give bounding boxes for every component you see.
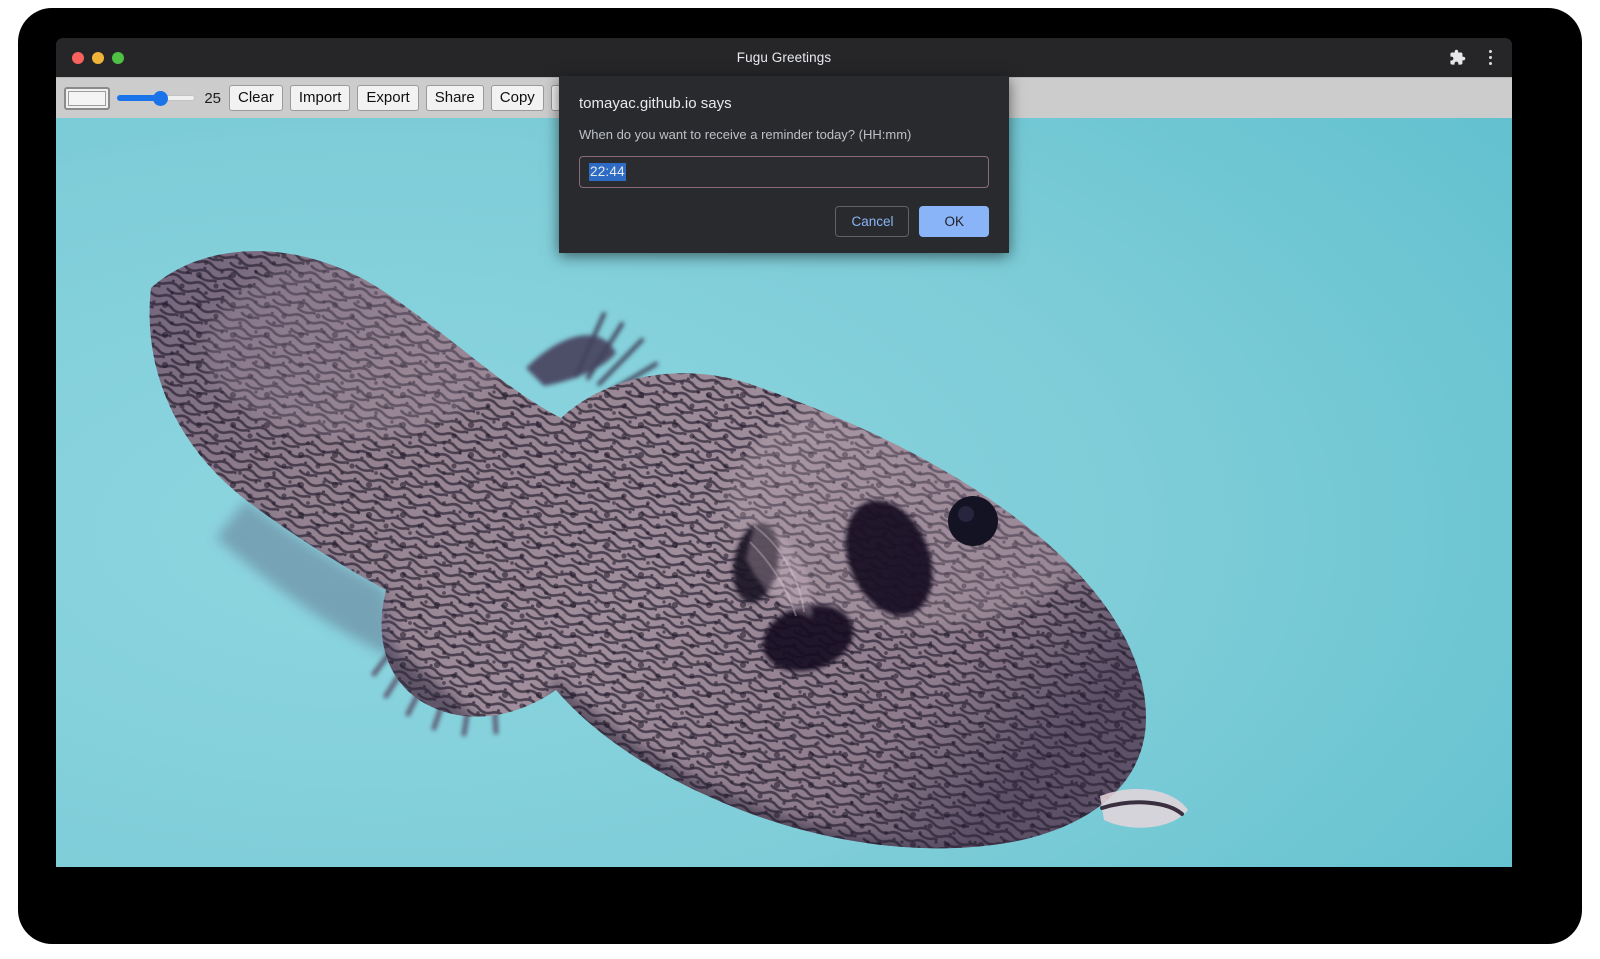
window-title-bar: Fugu Greetings bbox=[56, 38, 1512, 77]
export-button[interactable]: Export bbox=[357, 85, 418, 111]
color-picker-input[interactable] bbox=[64, 87, 110, 110]
slider-thumb[interactable] bbox=[153, 91, 168, 106]
dialog-action-row: Cancel OK bbox=[835, 206, 989, 237]
line-width-slider[interactable] bbox=[117, 88, 195, 108]
share-button[interactable]: Share bbox=[426, 85, 484, 111]
reminder-time-value: 22:44 bbox=[589, 163, 626, 181]
reminder-time-input[interactable]: 22:44 bbox=[579, 156, 989, 188]
javascript-prompt-dialog: tomayac.github.io says When do you want … bbox=[559, 76, 1009, 253]
clear-button[interactable]: Clear bbox=[229, 85, 283, 111]
kebab-menu-icon[interactable] bbox=[1482, 49, 1498, 67]
close-window-button[interactable] bbox=[72, 52, 84, 64]
dialog-origin-label: tomayac.github.io says bbox=[579, 94, 989, 114]
page-title: Fugu Greetings bbox=[56, 50, 1512, 65]
fish-eye bbox=[948, 496, 998, 546]
puzzle-piece-icon[interactable] bbox=[1449, 49, 1466, 66]
dialog-message-text: When do you want to receive a reminder t… bbox=[579, 126, 989, 144]
line-width-value: 25 bbox=[202, 90, 222, 107]
minimize-window-button[interactable] bbox=[92, 52, 104, 64]
color-swatch-preview bbox=[68, 91, 106, 106]
import-button[interactable]: Import bbox=[290, 85, 351, 111]
maximize-window-button[interactable] bbox=[112, 52, 124, 64]
browser-window: Fugu Greetings 25 Clear Import Export Sh… bbox=[56, 38, 1512, 867]
copy-button[interactable]: Copy bbox=[491, 85, 544, 111]
ok-button[interactable]: OK bbox=[919, 206, 989, 237]
browser-actions bbox=[1449, 38, 1498, 77]
cancel-button[interactable]: Cancel bbox=[835, 206, 909, 237]
traffic-light-controls[interactable] bbox=[72, 38, 124, 77]
